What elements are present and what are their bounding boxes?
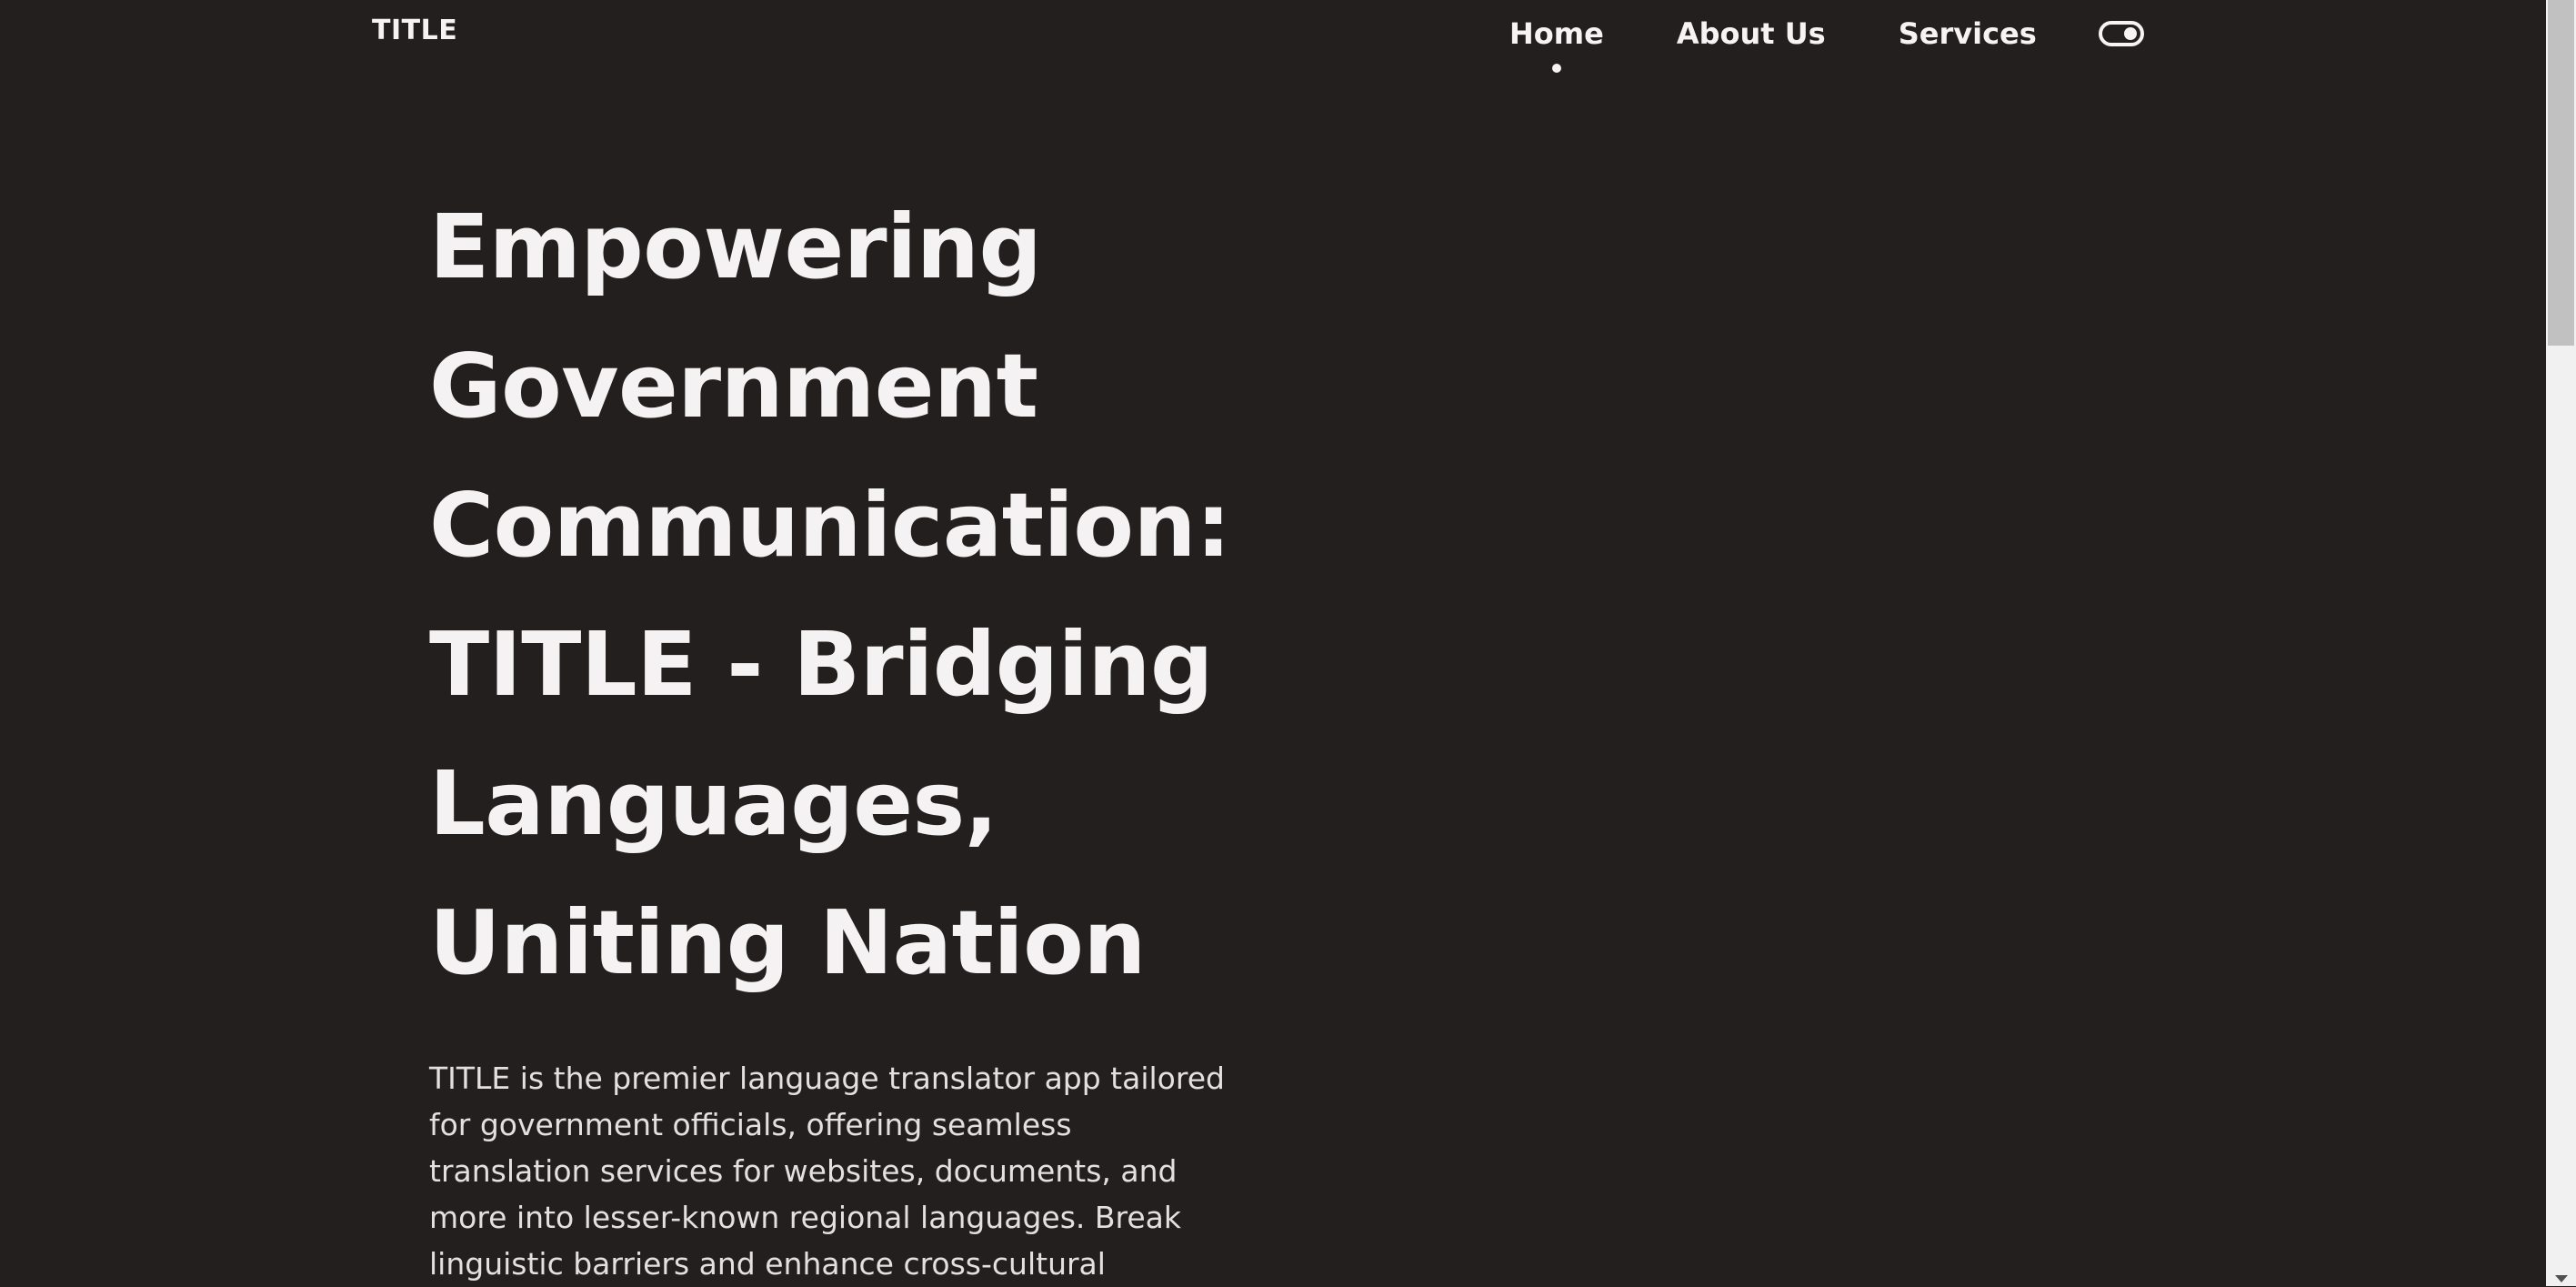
- scrollbar-thumb[interactable]: [2548, 0, 2574, 346]
- brand-logo[interactable]: TITLE: [372, 15, 457, 46]
- hero-title: Empowering Government Communication: TIT…: [429, 177, 1248, 1012]
- nav-item-label: Services: [1898, 16, 2037, 51]
- hero-title-line: Uniting Nation: [429, 891, 1146, 994]
- hero-title-line: TITLE - Bridging: [429, 613, 1213, 716]
- hero-description-line: more into lesser-known regional language…: [429, 1200, 1181, 1235]
- hero-title-line: Languages,: [429, 752, 998, 855]
- nav-item-home[interactable]: Home: [1509, 11, 1604, 73]
- scroll-down-arrow-icon[interactable]: [2555, 1275, 2568, 1282]
- nav-item-label: Home: [1509, 16, 1604, 51]
- hero-description-line: linguistic barriers and enhance cross-cu…: [429, 1246, 1106, 1282]
- toggle-on-icon: [2123, 27, 2137, 40]
- nav-item-about-us[interactable]: About Us: [1677, 11, 1826, 56]
- active-indicator-dot: [1551, 64, 1561, 73]
- main-nav: Home About Us Services: [1509, 11, 2144, 73]
- vertical-scrollbar[interactable]: [2546, 0, 2576, 1286]
- hero-description-line: TITLE is the premier language translator…: [429, 1061, 1225, 1096]
- hero-title-line: Empowering: [429, 196, 1042, 298]
- page: TITLE Home About Us Services Empowering …: [0, 0, 2546, 1286]
- hero-description: TITLE is the premier language translator…: [429, 1055, 1225, 1287]
- nav-item-label: About Us: [1676, 16, 1826, 51]
- hero-description-line: for government officials, offering seaml…: [429, 1107, 1072, 1142]
- theme-toggle-switch[interactable]: [2098, 21, 2144, 46]
- hero-title-line: Communication:: [429, 474, 1231, 577]
- nav-item-services[interactable]: Services: [1899, 11, 2037, 56]
- hero-title-line: Government: [429, 335, 1038, 437]
- hero-description-line: translation services for websites, docum…: [429, 1153, 1178, 1189]
